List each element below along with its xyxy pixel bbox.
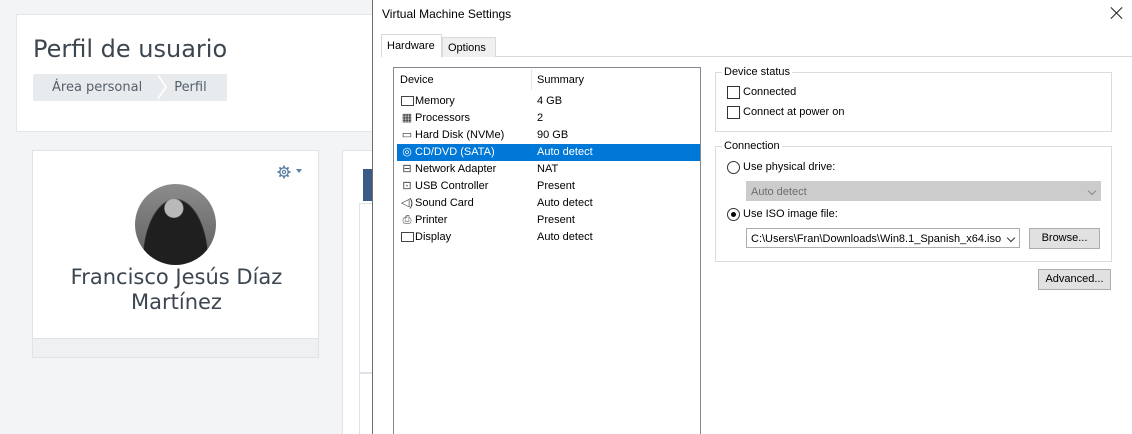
device-row-cd-dvd[interactable]: ◎ CD/DVD (SATA) Auto detect bbox=[397, 144, 700, 161]
use-iso-image-label: Use ISO image file: bbox=[743, 208, 838, 220]
device-list-header: Device Summary bbox=[394, 68, 700, 91]
device-name: Network Adapter bbox=[415, 163, 497, 175]
cd-dvd-icon: ◎ bbox=[402, 146, 412, 158]
close-icon[interactable] bbox=[1110, 6, 1124, 20]
dialog-title: Virtual Machine Settings bbox=[382, 7, 512, 21]
processor-icon: ▦ bbox=[401, 112, 413, 124]
device-summary: 90 GB bbox=[537, 129, 569, 141]
sound-card-icon: ◁) bbox=[400, 197, 414, 209]
background-page: Perfil de usuario Área personal Perfil F… bbox=[0, 0, 389, 434]
device-row-printer[interactable]: ⎙ Printer Present bbox=[397, 212, 700, 229]
physical-drive-select: Auto detect bbox=[746, 181, 1101, 201]
device-name: Hard Disk (NVMe) bbox=[415, 129, 505, 141]
network-adapter-icon: ⊟ bbox=[402, 163, 412, 175]
device-row-memory[interactable]: Memory 4 GB bbox=[397, 93, 700, 110]
profile-user-name: Francisco Jesús Díaz Martínez bbox=[70, 265, 283, 314]
device-summary: 4 GB bbox=[537, 95, 563, 107]
iso-path-value: C:\Users\Fran\Downloads\Win8.1_Spanish_x… bbox=[751, 233, 1002, 245]
radio-button[interactable] bbox=[727, 208, 740, 221]
device-name: Processors bbox=[415, 112, 471, 124]
checkbox-box[interactable] bbox=[727, 106, 740, 119]
device-row-usb-controller[interactable]: ⊡ USB Controller Present bbox=[397, 178, 700, 195]
display-icon bbox=[399, 231, 415, 244]
device-name: USB Controller bbox=[415, 180, 489, 192]
device-name: Memory bbox=[415, 95, 455, 107]
gear-icon[interactable] bbox=[277, 165, 291, 183]
column-header-summary[interactable]: Summary bbox=[537, 74, 584, 86]
device-status-group: Device status Connected Connect at power… bbox=[715, 66, 1112, 132]
browse-button[interactable]: Browse... bbox=[1029, 228, 1100, 249]
vm-settings-dialog: Virtual Machine Settings Hardware Option… bbox=[372, 0, 1132, 434]
device-summary: Present bbox=[537, 180, 575, 192]
connect-at-power-on-label: Connect at power on bbox=[743, 106, 845, 118]
radio-button[interactable] bbox=[727, 161, 740, 174]
device-name: Sound Card bbox=[415, 197, 474, 209]
memory-icon bbox=[399, 95, 415, 108]
connection-label: Connection bbox=[722, 140, 782, 152]
iso-path-combo[interactable]: C:\Users\Fran\Downloads\Win8.1_Spanish_x… bbox=[746, 228, 1020, 248]
printer-icon: ⎙ bbox=[402, 214, 412, 226]
chevron-down-icon bbox=[1087, 186, 1097, 196]
device-name: Display bbox=[415, 231, 452, 243]
column-header-device[interactable]: Device bbox=[400, 74, 434, 86]
device-row-sound-card[interactable]: ◁) Sound Card Auto detect bbox=[397, 195, 700, 212]
tab-hardware[interactable]: Hardware bbox=[381, 34, 442, 57]
device-name: Printer bbox=[415, 214, 448, 226]
device-row-hard-disk[interactable]: ▭ Hard Disk (NVMe) 90 GB bbox=[397, 127, 700, 144]
checkbox-box[interactable] bbox=[727, 86, 740, 99]
chevron-down-icon[interactable] bbox=[1006, 233, 1016, 243]
device-summary: NAT bbox=[537, 163, 559, 175]
usb-controller-icon: ⊡ bbox=[402, 180, 412, 192]
device-list[interactable]: Device Summary Memory 4 GB ▦ Processors … bbox=[393, 67, 701, 434]
connection-group: Connection Use physical drive: Auto dete… bbox=[715, 140, 1112, 262]
device-summary: 2 bbox=[537, 112, 544, 124]
breadcrumb-item-area-personal[interactable]: Área personal bbox=[33, 74, 168, 101]
device-row-display[interactable]: Display Auto detect bbox=[397, 229, 700, 246]
physical-drive-value: Auto detect bbox=[751, 186, 807, 198]
page-title: Perfil de usuario bbox=[33, 35, 228, 63]
breadcrumb: Área personal Perfil bbox=[33, 74, 227, 101]
connected-label: Connected bbox=[743, 86, 797, 98]
device-summary: Auto detect bbox=[537, 197, 593, 209]
device-name: CD/DVD (SATA) bbox=[415, 146, 495, 158]
profile-card-footer bbox=[33, 338, 318, 357]
hard-disk-icon: ▭ bbox=[401, 129, 413, 141]
use-physical-drive-label: Use physical drive: bbox=[743, 161, 836, 173]
device-summary: Present bbox=[537, 214, 575, 226]
device-row-processors[interactable]: ▦ Processors 2 bbox=[397, 110, 700, 127]
avatar bbox=[135, 184, 216, 265]
device-row-network-adapter[interactable]: ⊟ Network Adapter NAT bbox=[397, 161, 700, 178]
column-separator[interactable] bbox=[531, 69, 532, 90]
advanced-button[interactable]: Advanced... bbox=[1038, 269, 1111, 290]
device-summary: Auto detect bbox=[537, 231, 593, 243]
tab-options[interactable]: Options bbox=[442, 37, 496, 57]
device-status-label: Device status bbox=[722, 66, 793, 78]
device-summary: Auto detect bbox=[537, 146, 593, 158]
caret-down-icon[interactable] bbox=[296, 169, 302, 173]
profile-card: Francisco Jesús Díaz Martínez bbox=[32, 150, 319, 358]
page-header: Perfil de usuario Área personal Perfil bbox=[16, 14, 386, 132]
